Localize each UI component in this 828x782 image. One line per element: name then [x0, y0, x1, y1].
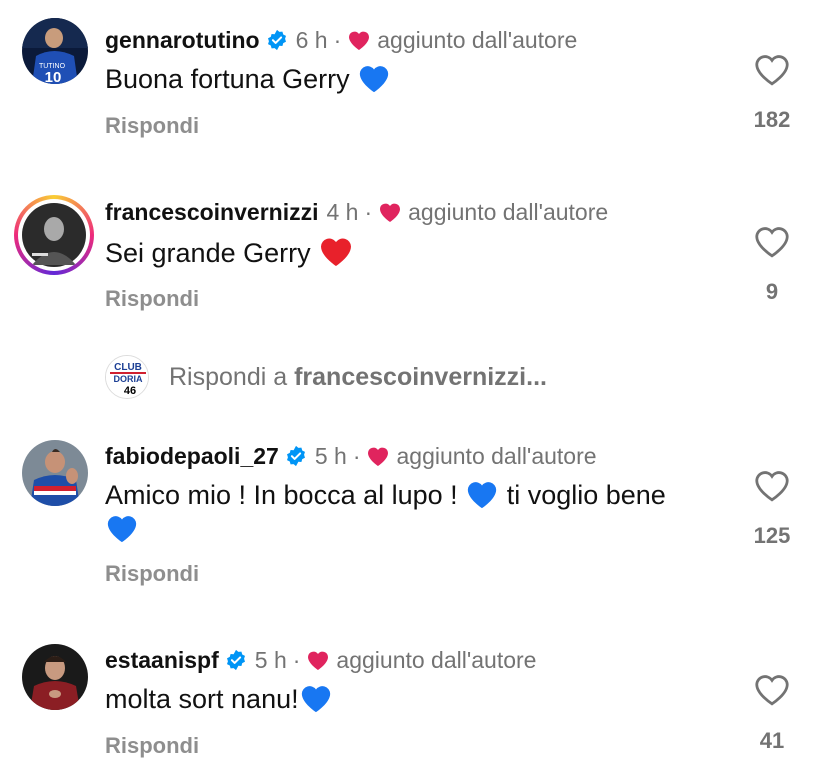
red-heart-icon: [349, 31, 370, 50]
avatar[interactable]: [14, 195, 94, 275]
comment-text: Amico mio ! In bocca al lupo ! ti voglio…: [105, 478, 666, 512]
comment-text: Sei grande Gerry: [105, 234, 354, 270]
blue-heart-icon: [301, 686, 330, 713]
comment-header: fabiodepaoli_27 5 h · aggiunto dall'auto…: [105, 442, 597, 470]
comment-text: molta sort nanu!: [105, 682, 333, 716]
author-liked-label: aggiunto dall'autore: [396, 443, 597, 469]
reply-prompt[interactable]: Rispondi a francescoinvernizzi...: [169, 363, 547, 392]
separator-dot: ·: [292, 647, 301, 673]
comment-header: francescoinvernizzi 4 h · aggiunto dall'…: [105, 198, 608, 226]
logo-line2: DORIA: [114, 374, 144, 384]
avatar[interactable]: [22, 440, 88, 506]
red-heart-icon: [308, 651, 329, 670]
like-count: 182: [753, 107, 791, 132]
comment-text-content: Sei grande Gerry: [105, 238, 311, 268]
logo-line3: 46: [124, 385, 136, 397]
blue-heart-icon: [359, 66, 389, 93]
verified-badge-icon: [226, 649, 245, 671]
timestamp: 5 h: [254, 647, 287, 673]
avatar[interactable]: [22, 644, 88, 710]
red-heart-emoji: [321, 238, 352, 266]
timestamp: 6 h: [295, 27, 328, 53]
heart-outline-icon[interactable]: [754, 53, 790, 87]
club-doria-logo: CLUB DORIA 46: [105, 355, 149, 399]
verified-badge-icon: [267, 29, 286, 51]
like-count: 125: [753, 523, 791, 548]
blue-heart-icon: [468, 482, 497, 509]
comment-header: estaanispf 5 h · aggiunto dall'autore: [105, 646, 536, 674]
username[interactable]: fabiodepaoli_27: [105, 442, 279, 470]
heart-outline-icon[interactable]: [754, 673, 790, 707]
comment-text-content: molta sort nanu!: [105, 684, 299, 714]
heart-outline-icon[interactable]: [754, 469, 790, 503]
reply-prompt-prefix: Rispondi a: [169, 362, 288, 391]
reply-button[interactable]: Rispondi: [105, 561, 199, 587]
like-count: 9: [765, 279, 779, 304]
username[interactable]: francescoinvernizzi: [105, 198, 318, 226]
timestamp: 4 h: [326, 199, 359, 225]
like-count: 41: [759, 728, 785, 753]
red-heart-icon: [368, 447, 389, 466]
comment-text-line2: [105, 512, 139, 546]
comment-text-content: Buona fortuna Gerry: [105, 64, 350, 94]
reply-button[interactable]: Rispondi: [105, 286, 199, 312]
comment-text: Buona fortuna Gerry: [105, 62, 391, 96]
logo-line1: CLUB: [114, 362, 142, 373]
avatar[interactable]: TUTINO 10: [22, 18, 88, 84]
comment-text-content: Amico mio ! In bocca al lupo !: [105, 480, 458, 510]
verified-badge-icon: [286, 445, 305, 467]
jersey-number: 10: [45, 69, 62, 84]
reply-composer[interactable]: CLUB DORIA 46 Rispondi a francescoinvern…: [105, 355, 547, 399]
reply-button[interactable]: Rispondi: [105, 733, 199, 759]
heart-outline-icon[interactable]: [754, 225, 790, 259]
author-liked-label: aggiunto dall'autore: [336, 647, 537, 673]
blue-heart-icon: [107, 516, 137, 543]
reply-prompt-target: francescoinvernizzi...: [294, 362, 547, 391]
author-liked-label: aggiunto dall'autore: [408, 199, 609, 225]
separator-dot: ·: [352, 443, 361, 469]
red-heart-icon: [380, 203, 401, 222]
reply-button[interactable]: Rispondi: [105, 113, 199, 139]
comment-header: gennarotutino 6 h · aggiunto dall'autore: [105, 26, 577, 54]
username[interactable]: estaanispf: [105, 646, 219, 674]
comment-text-continuation: ti voglio bene: [506, 480, 666, 510]
username[interactable]: gennarotutino: [105, 26, 260, 54]
author-liked-label: aggiunto dall'autore: [377, 27, 578, 53]
separator-dot: ·: [333, 27, 342, 53]
separator-dot: ·: [364, 199, 373, 225]
timestamp: 5 h: [314, 443, 347, 469]
